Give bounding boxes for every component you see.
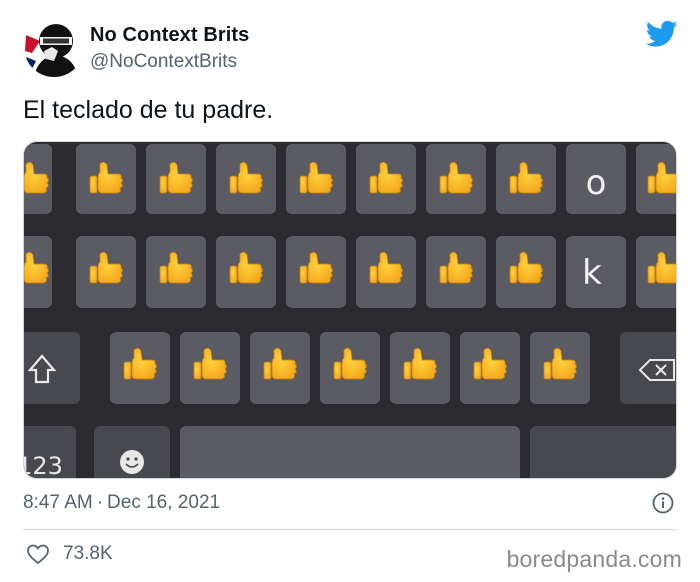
masked-figure-avatar-icon xyxy=(24,17,84,77)
like-count: 73.8K xyxy=(63,543,113,564)
tweet-card: No Context Brits @NoContextBrits El tecl… xyxy=(0,0,700,582)
key-o-label: o xyxy=(586,163,607,203)
tweet-text: El teclado de tu padre. xyxy=(23,96,274,124)
author-handle[interactable]: @NoContextBrits xyxy=(90,49,249,75)
keyboard-image: o k 23 xyxy=(24,142,676,479)
meta-separator: · xyxy=(96,492,104,513)
tweet-timestamp[interactable]: 8:47 AM · Dec 16, 2021 xyxy=(23,491,220,515)
author-block: No Context Brits @NoContextBrits xyxy=(90,23,249,75)
info-icon[interactable] xyxy=(652,492,674,514)
keyboard-row-3 xyxy=(24,332,676,404)
tweet-time: 8:47 AM xyxy=(23,492,93,513)
watermark: boredpanda.com xyxy=(506,546,682,572)
tweet-image[interactable]: o k 23 xyxy=(23,141,677,479)
twitter-bird-icon[interactable] xyxy=(646,20,678,48)
key-k-label: k xyxy=(582,253,602,293)
emoji-key-icon xyxy=(120,450,144,474)
avatar[interactable] xyxy=(24,17,84,77)
tweet-date: Dec 16, 2021 xyxy=(107,492,221,513)
author-display-name[interactable]: No Context Brits xyxy=(90,23,249,47)
divider xyxy=(23,529,677,530)
keyboard-row-4: 123 xyxy=(24,426,676,479)
key-123-label: 123 xyxy=(24,452,63,479)
heart-icon[interactable] xyxy=(26,543,50,565)
